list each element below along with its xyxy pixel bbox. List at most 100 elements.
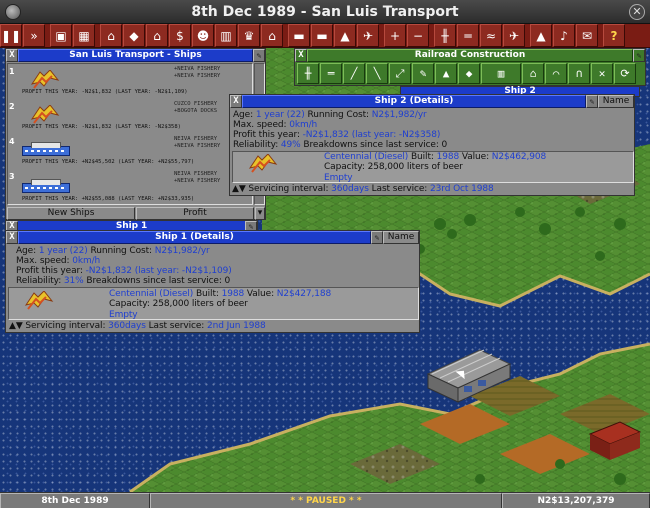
profit-line: PROFIT THIS YEAR: +N2$55,088 (LAST YEAR:…: [22, 196, 195, 202]
league-icon: ♛: [243, 28, 255, 43]
ships-icon: ▲: [340, 28, 350, 43]
stations-button[interactable]: ⌂: [146, 24, 168, 47]
map-button[interactable]: ▦: [73, 24, 95, 47]
music-button[interactable]: ♪: [553, 24, 575, 47]
name-button[interactable]: Name: [598, 95, 634, 108]
ship2-details-title[interactable]: Ship 2 (Details): [242, 95, 586, 108]
list-item[interactable]: 2 CUZCO FISHERY +BOGOTA DOCKS PROFIT THI…: [8, 99, 253, 132]
remove-button[interactable]: ✕: [591, 63, 613, 84]
list-item[interactable]: 1 +NEIVA FISHERY +NEIVA FISHERY PROFIT T…: [8, 64, 253, 97]
ships-window-header[interactable]: X San Luis Transport - Ships ✎: [6, 49, 265, 62]
engine-line: Centennial (Diesel) Built: 1988 Value: N…: [324, 152, 547, 162]
autorail-button[interactable]: ⤢: [389, 63, 411, 84]
track-diag2-icon: ╲: [373, 67, 381, 80]
aircraft-button[interactable]: ✈: [357, 24, 379, 47]
news-icon: ✉: [581, 28, 593, 43]
close-icon[interactable]: X: [295, 49, 307, 62]
order-1: NEIVA FISHERY: [174, 171, 218, 177]
bridge-button[interactable]: ⌒: [545, 63, 567, 84]
new-ships-button[interactable]: New Ships: [7, 207, 135, 220]
disk-button[interactable]: ▣: [50, 24, 72, 47]
track-diag-button[interactable]: ╱: [343, 63, 365, 84]
map-icon: ▦: [78, 28, 90, 43]
track-diag-icon: ╱: [350, 67, 358, 80]
demolish-button[interactable]: ✎: [412, 63, 434, 84]
rail-window-title[interactable]: Railroad Construction: [307, 49, 633, 62]
fast-forward-button[interactable]: »: [23, 24, 45, 47]
age-line: Age: 1 year (22) Running Cost: N2$1,982/…: [16, 246, 210, 256]
ships-window-title[interactable]: San Luis Transport - Ships: [18, 49, 253, 62]
close-icon[interactable]: X: [230, 95, 242, 108]
name-button[interactable]: Name: [383, 231, 419, 244]
sort-by-profit-button[interactable]: Profit: [136, 207, 254, 220]
industry-button[interactable]: ⌂: [261, 24, 283, 47]
trains-button[interactable]: ▬: [288, 24, 310, 47]
service-arrows-icon[interactable]: ▲▼: [9, 321, 23, 331]
service-line: ▲▼ Servicing interval: 360days Last serv…: [9, 321, 266, 331]
waypoint-button[interactable]: ◆: [458, 63, 480, 84]
track-ns-button[interactable]: ╫: [297, 63, 319, 84]
company-button[interactable]: ☻: [192, 24, 214, 47]
list-item[interactable]: 3 NEIVA FISHERY +NEIVA FISHERY PROFIT TH…: [8, 169, 253, 204]
reliability-line: Reliability: 49% Breakdowns since last s…: [233, 140, 448, 150]
signal-button[interactable]: ⌂: [522, 63, 544, 84]
convert-rail-button[interactable]: ⟳: [614, 63, 636, 84]
engine-line: Centennial (Diesel) Built: 1988 Value: N…: [109, 289, 332, 299]
town-button[interactable]: ⌂: [100, 24, 122, 47]
track-diag2-button[interactable]: ╲: [366, 63, 388, 84]
build-air-icon: ✈: [508, 28, 520, 43]
disk-icon: ▣: [55, 28, 67, 43]
finances-button[interactable]: $: [169, 24, 191, 47]
build-air-button[interactable]: ✈: [503, 24, 525, 47]
sort-dropdown-icon[interactable]: ▾: [255, 207, 265, 220]
status-date: 8th Dec 1989: [0, 493, 150, 508]
zoom-in-icon: +: [389, 28, 401, 43]
ship2-details-header[interactable]: X Ship 2 (Details) ✎ Name: [230, 95, 634, 108]
sticky-pin-icon[interactable]: ✎: [371, 231, 383, 244]
sticky-pin-icon[interactable]: ✎: [253, 49, 265, 62]
station-button[interactable]: ▥: [481, 63, 521, 84]
ship1-details-title[interactable]: Ship 1 (Details): [18, 231, 371, 244]
status-paused[interactable]: * * PAUSED * *: [150, 493, 502, 508]
landscape-button[interactable]: ▲: [530, 24, 552, 47]
bridge-icon: ⌒: [552, 67, 560, 80]
build-road-button[interactable]: ═: [457, 24, 479, 47]
order-1: +NEIVA FISHERY: [174, 66, 221, 72]
close-icon[interactable]: X: [6, 231, 18, 244]
zoom-out-button[interactable]: −: [407, 24, 429, 47]
rail-tools: ╫ ═ ╱ ╲ ⤢ ✎ ▲ ◆ ▥ ⌂ ⌒ ∩ ✕ ⟳: [297, 63, 643, 85]
reliability-line: Reliability: 31% Breakdowns since last s…: [16, 276, 231, 286]
ship-sprite-icon: [22, 142, 70, 156]
rail-window-header[interactable]: X Railroad Construction ✎: [295, 49, 645, 62]
build-rail-button[interactable]: ╫: [434, 24, 456, 47]
load-status: Empty: [109, 310, 138, 320]
window-close-icon[interactable]: ✕: [629, 4, 645, 20]
window-menu-icon[interactable]: [5, 4, 21, 20]
build-water-icon: ≈: [485, 28, 497, 43]
pause-button[interactable]: ❚❚: [0, 24, 22, 47]
service-arrows-icon[interactable]: ▲▼: [232, 184, 246, 194]
track-ew-button[interactable]: ═: [320, 63, 342, 84]
music-icon: ♪: [560, 28, 568, 43]
league-button[interactable]: ♛: [238, 24, 260, 47]
sticky-pin-icon[interactable]: ✎: [633, 49, 645, 62]
town-icon: ⌂: [107, 28, 115, 43]
news-button[interactable]: ✉: [576, 24, 598, 47]
tunnel-button[interactable]: ∩: [568, 63, 590, 84]
help-button[interactable]: ?: [603, 24, 625, 47]
graphs-button[interactable]: ▥: [215, 24, 237, 47]
build-water-button[interactable]: ≈: [480, 24, 502, 47]
list-item[interactable]: 4 NEIVA FISHERY +NEIVA FISHERY PROFIT TH…: [8, 134, 253, 167]
subsidies-button[interactable]: ◆: [123, 24, 145, 47]
order-2: +BOGOTA DOCKS: [174, 108, 218, 114]
ships-button[interactable]: ▲: [334, 24, 356, 47]
order-1: CUZCO FISHERY: [174, 101, 218, 107]
sticky-pin-icon[interactable]: ✎: [586, 95, 598, 108]
road-vehicles-button[interactable]: ▬: [311, 24, 333, 47]
close-icon[interactable]: X: [6, 49, 18, 62]
ship-number: 2: [9, 102, 15, 111]
ship-number: 4: [9, 137, 15, 146]
depot-button[interactable]: ▲: [435, 63, 457, 84]
ship1-details-header[interactable]: X Ship 1 (Details) ✎ Name: [6, 231, 419, 244]
zoom-in-button[interactable]: +: [384, 24, 406, 47]
